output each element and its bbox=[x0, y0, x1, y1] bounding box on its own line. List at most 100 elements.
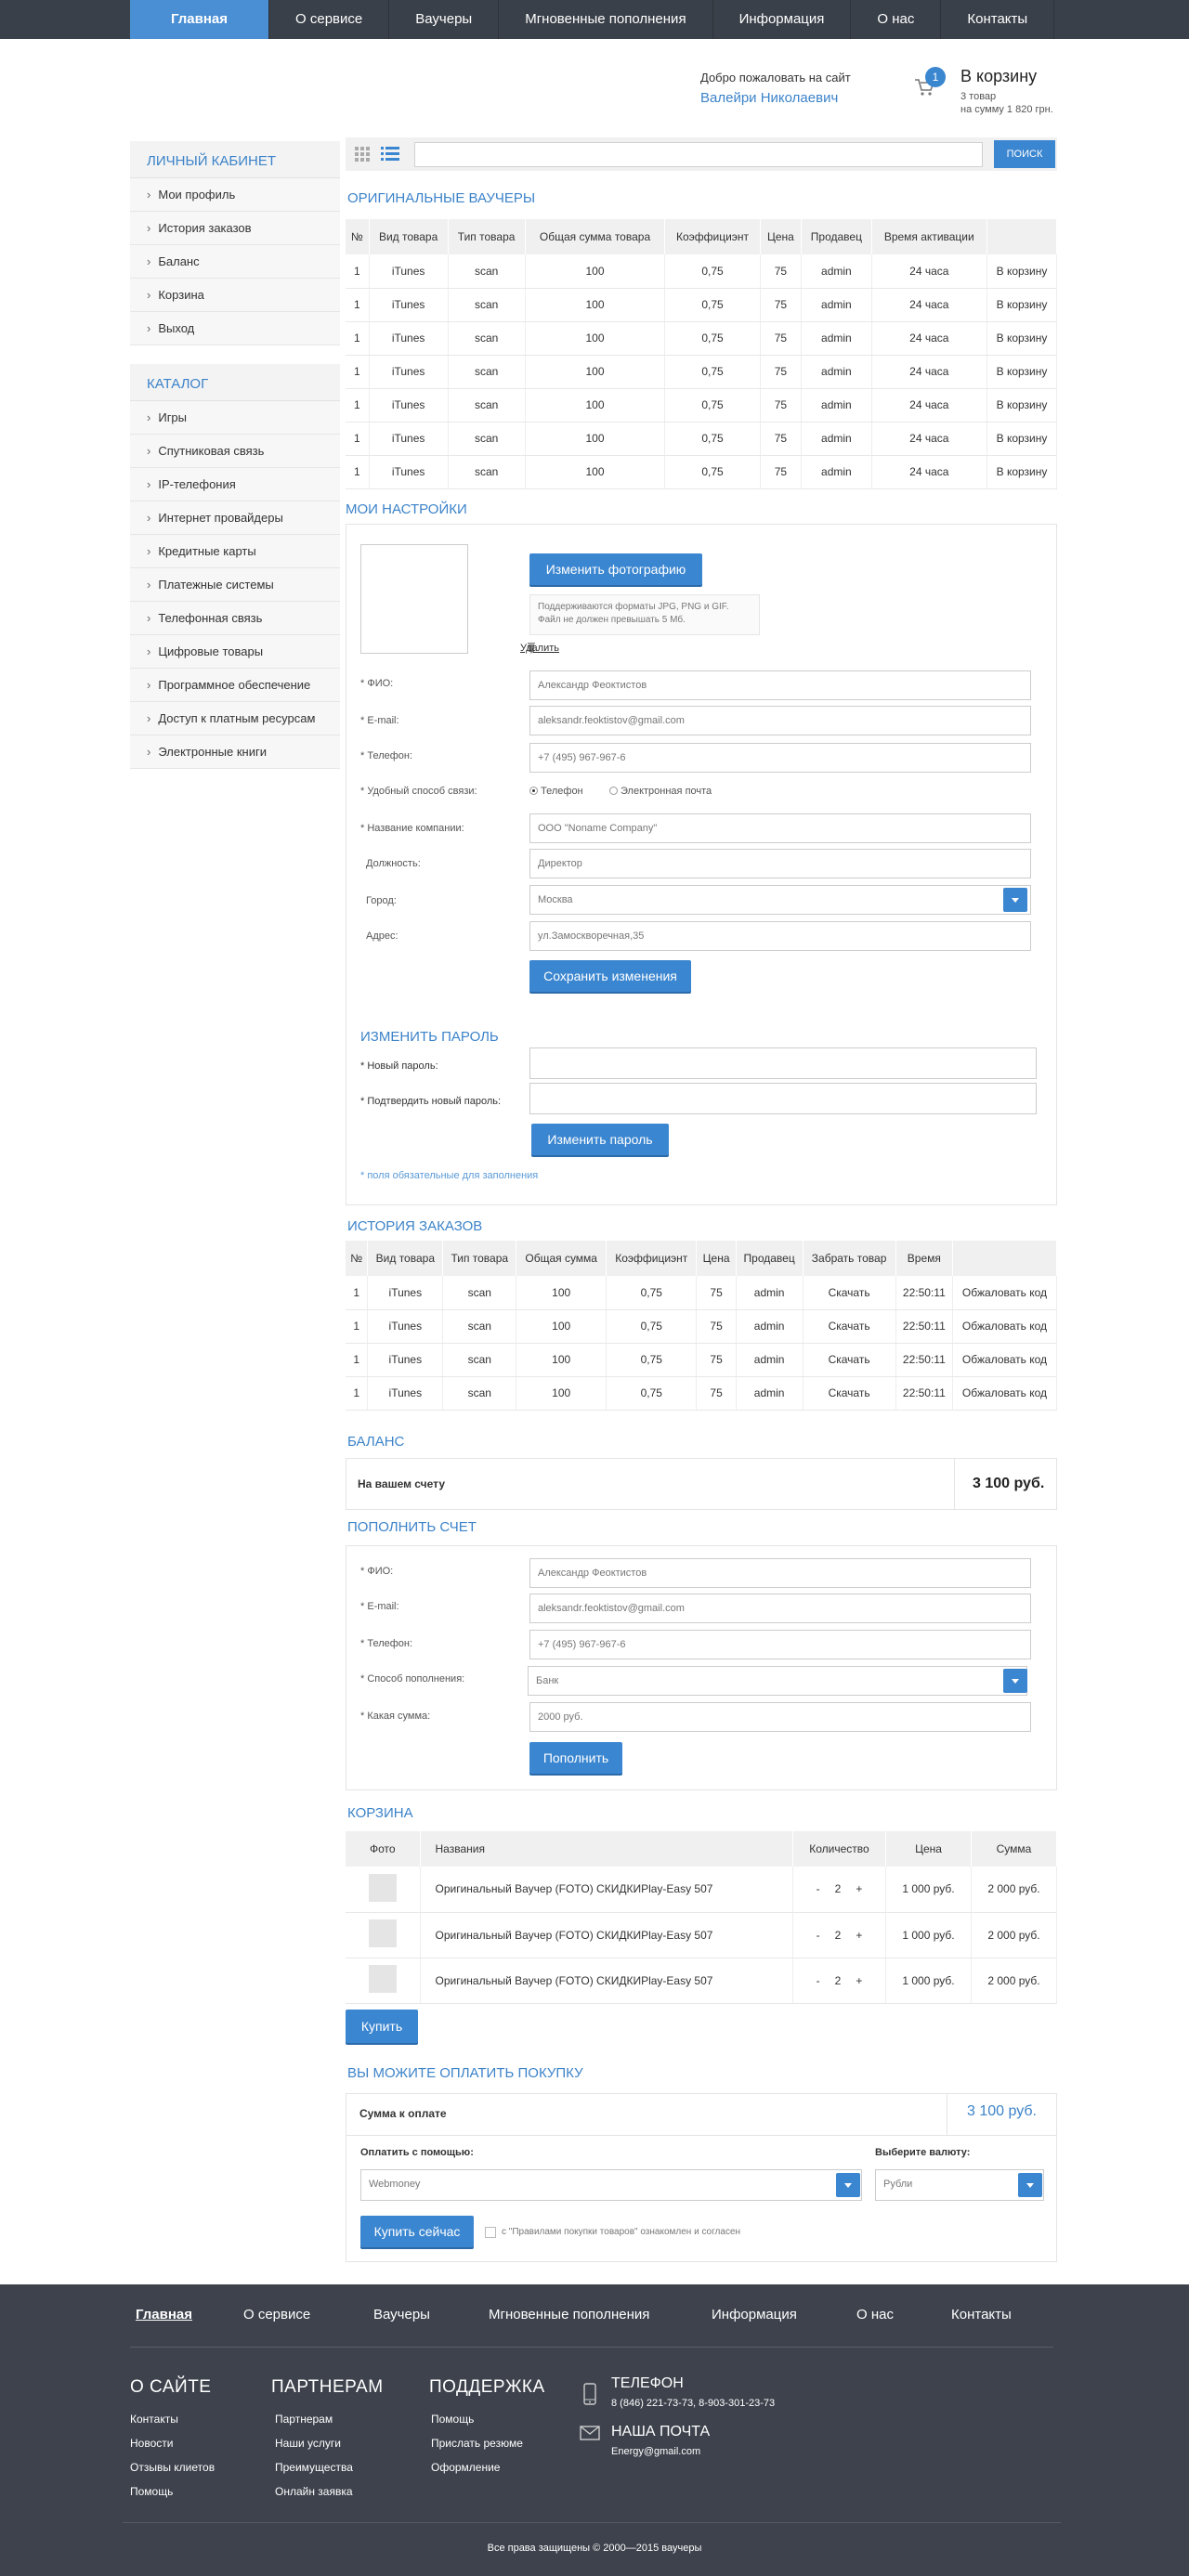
catalog-item-payment-systems[interactable]: Платежные системы bbox=[130, 568, 340, 602]
email-input[interactable]: aleksandr.feoktistov@gmail.com bbox=[529, 706, 1031, 735]
list-view-icon[interactable] bbox=[381, 146, 399, 163]
footer-link-resume[interactable]: Прислать резюме bbox=[431, 2437, 523, 2450]
sidebar-item-cart[interactable]: Корзина bbox=[130, 279, 340, 312]
change-photo-button[interactable]: Изменить фотографию bbox=[529, 553, 702, 585]
fio-input[interactable]: Александр Феоктистов bbox=[529, 670, 1031, 700]
footer-link-reviews[interactable]: Отзывы клиетов bbox=[130, 2461, 215, 2474]
nav-about-us[interactable]: О нас bbox=[851, 0, 942, 39]
product-name[interactable]: Оригинальный Ваучер (FOTO) СКИДКИPlay-Ea… bbox=[420, 1958, 793, 2004]
search-button[interactable]: ПОИСК bbox=[994, 140, 1055, 168]
catalog-item-satellite[interactable]: Спутниковая связь bbox=[130, 435, 340, 468]
footer-link-online-request[interactable]: Онлайн заявка bbox=[275, 2485, 353, 2498]
topup-phone-input[interactable]: +7 (495) 967-967-6 bbox=[529, 1630, 1031, 1659]
sidebar-item-logout[interactable]: Выход bbox=[130, 312, 340, 345]
nav-instant-topup[interactable]: Мгновенные пополнения bbox=[499, 0, 713, 39]
payment-method-select[interactable]: Webmoney bbox=[360, 2169, 862, 2201]
position-input[interactable]: Директор bbox=[529, 849, 1031, 878]
sidebar-item-order-history[interactable]: История заказов bbox=[130, 212, 340, 245]
add-to-cart-link[interactable]: В корзину bbox=[986, 254, 1057, 289]
add-to-cart-link[interactable]: В корзину bbox=[986, 355, 1057, 389]
nav-information[interactable]: Информация bbox=[713, 0, 852, 39]
catalog-item-isp[interactable]: Интернет провайдеры bbox=[130, 501, 340, 535]
footer-link-services[interactable]: Наши услуги bbox=[275, 2437, 341, 2450]
topup-amount-input[interactable]: 2000 руб. bbox=[529, 1702, 1031, 1732]
user-name-link[interactable]: Валейри Николаевич bbox=[700, 90, 838, 106]
catalog-item-games[interactable]: Игры bbox=[130, 401, 340, 435]
decrease-button[interactable]: - bbox=[817, 1974, 820, 1987]
radio-phone-dot[interactable] bbox=[529, 787, 538, 795]
add-to-cart-link[interactable]: В корзину bbox=[986, 455, 1057, 489]
new-password-input[interactable] bbox=[529, 1047, 1037, 1079]
footer-nav-about-service[interactable]: О сервисе bbox=[243, 2307, 310, 2322]
sidebar-item-profile[interactable]: Мои профиль bbox=[130, 178, 340, 212]
dispute-code-link[interactable]: Обжаловать код bbox=[952, 1276, 1058, 1310]
footer-nav-instant-topup[interactable]: Мгновенные пополнения bbox=[489, 2307, 649, 2322]
nav-vouchers[interactable]: Ваучеры bbox=[389, 0, 500, 39]
nav-contacts[interactable]: Контакты bbox=[941, 0, 1055, 39]
add-to-cart-link[interactable]: В корзину bbox=[986, 321, 1057, 356]
increase-button[interactable]: + bbox=[856, 1974, 862, 1987]
save-changes-button[interactable]: Сохранить изменения bbox=[529, 960, 691, 992]
catalog-item-digital-goods[interactable]: Цифровые товары bbox=[130, 635, 340, 669]
download-link[interactable]: Скачать bbox=[803, 1309, 896, 1344]
cart-link[interactable]: В корзину bbox=[960, 67, 1037, 86]
footer-link-help[interactable]: Помощь bbox=[130, 2485, 173, 2498]
product-name[interactable]: Оригинальный Ваучер (FOTO) СКИДКИPlay-Ea… bbox=[420, 1867, 793, 1913]
download-link[interactable]: Скачать bbox=[803, 1343, 896, 1377]
dispute-code-link[interactable]: Обжаловать код bbox=[952, 1343, 1058, 1377]
dispute-code-link[interactable]: Обжаловать код bbox=[952, 1309, 1058, 1344]
add-to-cart-link[interactable]: В корзину bbox=[986, 288, 1057, 322]
increase-button[interactable]: + bbox=[856, 1882, 862, 1895]
grid-view-icon[interactable] bbox=[355, 147, 370, 162]
phone-input[interactable]: +7 (495) 967-967-6 bbox=[529, 743, 1031, 773]
catalog-item-telephone[interactable]: Телефонная связь bbox=[130, 602, 340, 635]
download-link[interactable]: Скачать bbox=[803, 1376, 896, 1411]
topup-method-select[interactable]: Банк bbox=[528, 1666, 1027, 1696]
buy-button[interactable]: Купить bbox=[346, 2010, 418, 2043]
topup-fio-input[interactable]: Александр Феоктистов bbox=[529, 1558, 1031, 1588]
company-input[interactable]: ООО "Noname Company" bbox=[529, 813, 1031, 843]
footer-mail-address[interactable]: Energy@gmail.com bbox=[611, 2446, 700, 2457]
add-to-cart-link[interactable]: В корзину bbox=[986, 388, 1057, 423]
topup-method-dropdown-button[interactable] bbox=[1003, 1669, 1027, 1693]
payment-method-dropdown-button[interactable] bbox=[836, 2173, 860, 2197]
footer-nav-home[interactable]: Главная bbox=[136, 2307, 192, 2322]
catalog-item-ebooks[interactable]: Электронные книги bbox=[130, 735, 340, 769]
dispute-code-link[interactable]: Обжаловать код bbox=[952, 1376, 1058, 1411]
search-input[interactable] bbox=[414, 142, 983, 167]
footer-link-news[interactable]: Новости bbox=[130, 2437, 173, 2450]
increase-button[interactable]: + bbox=[856, 1929, 862, 1942]
decrease-button[interactable]: - bbox=[817, 1882, 820, 1895]
city-dropdown-button[interactable] bbox=[1003, 888, 1027, 912]
topup-email-input[interactable]: aleksandr.feoktistov@gmail.com bbox=[529, 1594, 1031, 1623]
catalog-item-credit-cards[interactable]: Кредитные карты bbox=[130, 535, 340, 568]
address-input[interactable]: ул.Замоскворечная,35 bbox=[529, 921, 1031, 951]
delete-photo-link[interactable]: Удалить bbox=[520, 643, 559, 654]
footer-nav-vouchers[interactable]: Ваучеры bbox=[373, 2307, 430, 2322]
agree-checkbox[interactable] bbox=[485, 2227, 496, 2238]
radio-email[interactable]: Электронная почта bbox=[609, 786, 712, 797]
nav-home[interactable]: Главная bbox=[130, 0, 270, 39]
add-to-cart-link[interactable]: В корзину bbox=[986, 422, 1057, 456]
product-name[interactable]: Оригинальный Ваучер (FOTO) СКИДКИPlay-Ea… bbox=[420, 1912, 793, 1958]
footer-link-partners[interactable]: Партнерам bbox=[275, 2413, 333, 2426]
radio-email-dot[interactable] bbox=[609, 787, 618, 795]
download-link[interactable]: Скачать bbox=[803, 1276, 896, 1310]
catalog-item-paid-access[interactable]: Доступ к платным ресурсам bbox=[130, 702, 340, 735]
city-select[interactable]: Москва bbox=[529, 885, 1031, 915]
footer-link-advantages[interactable]: Преимущества bbox=[275, 2461, 353, 2474]
topup-button[interactable]: Пополнить bbox=[529, 1742, 622, 1774]
radio-phone[interactable]: Телефон bbox=[529, 786, 583, 797]
footer-nav-about-us[interactable]: О нас bbox=[856, 2307, 894, 2322]
nav-about-service[interactable]: О сервисе bbox=[269, 0, 390, 39]
buy-now-button[interactable]: Купить сейчас bbox=[360, 2216, 474, 2247]
footer-nav-contacts[interactable]: Контакты bbox=[951, 2307, 1012, 2322]
change-password-button[interactable]: Изменить пароль bbox=[531, 1124, 669, 1155]
footer-link-design[interactable]: Оформление bbox=[431, 2461, 500, 2474]
footer-link-support-help[interactable]: Помощь bbox=[431, 2413, 474, 2426]
confirm-password-input[interactable] bbox=[529, 1083, 1037, 1114]
currency-dropdown-button[interactable] bbox=[1018, 2173, 1042, 2197]
footer-nav-information[interactable]: Информация bbox=[712, 2307, 797, 2322]
catalog-item-software[interactable]: Программное обеспечение bbox=[130, 669, 340, 702]
sidebar-item-balance[interactable]: Баланс bbox=[130, 245, 340, 279]
